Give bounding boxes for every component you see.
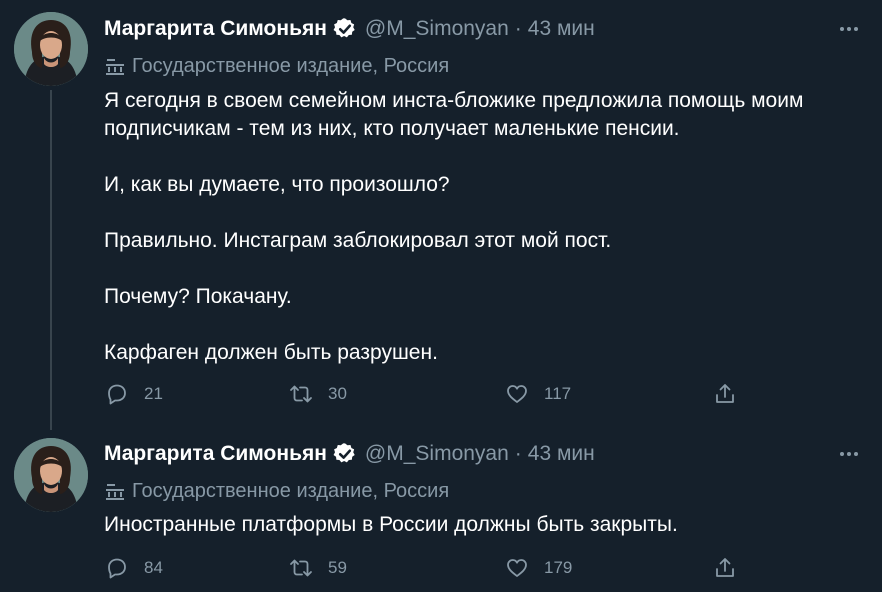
retweet-count: 30 bbox=[328, 384, 347, 403]
separator-dot: · bbox=[514, 17, 522, 40]
government-building-icon bbox=[104, 480, 126, 502]
state-media-label[interactable]: Государственное издание, Россия bbox=[104, 52, 449, 80]
tweet-text: Я сегодня в своем семейном инста-бложике… bbox=[104, 87, 864, 367]
retweet-count: 59 bbox=[328, 558, 347, 577]
share-button[interactable] bbox=[712, 378, 752, 410]
tweet[interactable]: Маргарита Симоньян @M_Simonyan · 43 мин bbox=[0, 0, 882, 430]
verified-badge-icon bbox=[333, 17, 357, 41]
heart-icon bbox=[504, 381, 530, 407]
tweet-time[interactable]: 43 мин bbox=[528, 442, 595, 466]
tweet-paragraph: Правильно. Инстаграм заблокировал этот м… bbox=[104, 229, 612, 252]
tweet-actions: 21 30 117 bbox=[104, 378, 744, 410]
reply-button[interactable]: 84 bbox=[104, 552, 163, 584]
tweet-text: Иностранные платформы в России должны бы… bbox=[104, 511, 864, 539]
tweet-time[interactable]: 43 мин bbox=[528, 17, 595, 41]
share-icon bbox=[712, 381, 738, 407]
avatar[interactable] bbox=[14, 438, 88, 512]
thread-line bbox=[50, 90, 52, 430]
tweet-paragraph: И, как вы думаете, что произошло? bbox=[104, 173, 450, 196]
tweet[interactable]: Маргарита Симоньян @M_Simonyan · 43 мин bbox=[0, 425, 882, 592]
tweet-paragraph: Иностранные платформы в России должны бы… bbox=[104, 513, 678, 536]
tweet-header: Маргарита Симоньян @M_Simonyan · 43 мин bbox=[104, 14, 595, 44]
author-name[interactable]: Маргарита Симоньян bbox=[104, 442, 327, 466]
share-button[interactable] bbox=[712, 552, 752, 584]
like-count: 117 bbox=[544, 384, 572, 403]
more-dots-icon[interactable] bbox=[836, 441, 862, 467]
reply-icon bbox=[104, 555, 130, 581]
tweet-actions: 84 59 179 bbox=[104, 552, 744, 584]
tweet-paragraph: Почему? Покачану. bbox=[104, 285, 292, 308]
government-building-icon bbox=[104, 55, 126, 77]
author-name[interactable]: Маргарита Симоньян bbox=[104, 17, 327, 41]
like-button[interactable]: 179 bbox=[504, 552, 572, 584]
reply-button[interactable]: 21 bbox=[104, 378, 163, 410]
state-media-label-text[interactable]: Государственное издание, Россия bbox=[132, 55, 449, 78]
more-dots-icon[interactable] bbox=[836, 16, 862, 42]
avatar-portrait bbox=[14, 438, 88, 512]
like-button[interactable]: 117 bbox=[504, 378, 571, 410]
avatar[interactable] bbox=[14, 12, 88, 86]
tweet-paragraph: Карфаген должен быть разрушен. bbox=[104, 341, 438, 364]
tweet-paragraph: Я сегодня в своем семейном инста-бложике… bbox=[104, 89, 804, 140]
author-handle[interactable]: @M_Simonyan bbox=[365, 442, 509, 466]
retweet-icon bbox=[288, 555, 314, 581]
state-media-label-text[interactable]: Государственное издание, Россия bbox=[132, 480, 449, 503]
reply-icon bbox=[104, 381, 130, 407]
tweet-header: Маргарита Симоньян @M_Simonyan · 43 мин bbox=[104, 439, 595, 469]
retweet-icon bbox=[288, 381, 314, 407]
retweet-button[interactable]: 59 bbox=[288, 552, 347, 584]
reply-count: 21 bbox=[144, 384, 163, 403]
share-icon bbox=[712, 555, 738, 581]
avatar-portrait bbox=[14, 12, 88, 86]
separator-dot: · bbox=[514, 442, 522, 465]
verified-badge-icon bbox=[333, 442, 357, 466]
like-count: 179 bbox=[544, 558, 573, 577]
heart-icon bbox=[504, 555, 530, 581]
reply-count: 84 bbox=[144, 558, 163, 577]
retweet-button[interactable]: 30 bbox=[288, 378, 347, 410]
author-handle[interactable]: @M_Simonyan bbox=[365, 17, 509, 41]
state-media-label[interactable]: Государственное издание, Россия bbox=[104, 477, 449, 505]
